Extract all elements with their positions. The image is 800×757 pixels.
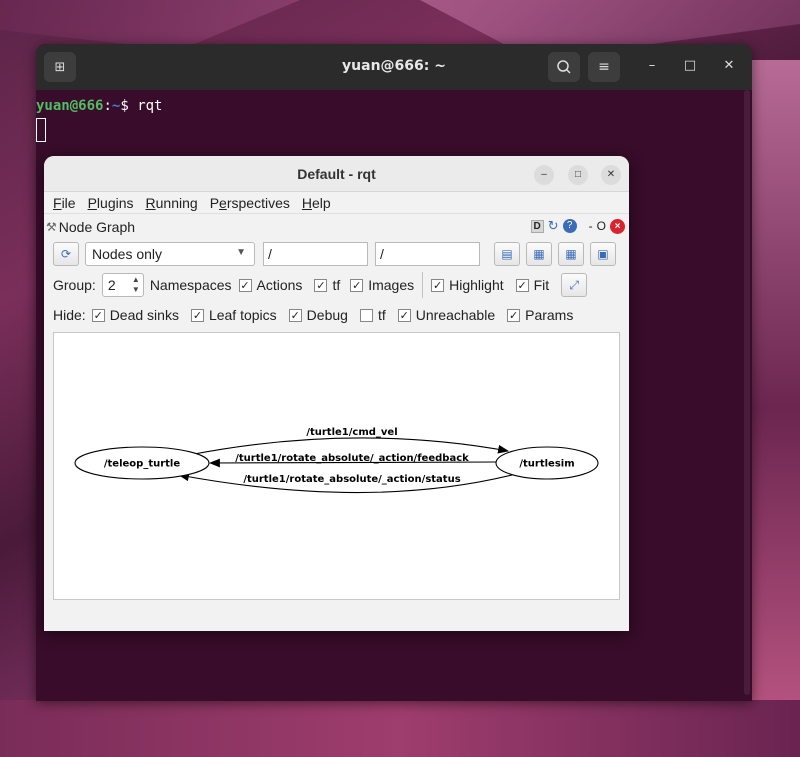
close-plugin-icon[interactable]: ×: [610, 218, 625, 234]
wallpaper-shape: [0, 0, 300, 50]
divider: [422, 272, 424, 298]
node-filter-input[interactable]: /: [263, 242, 368, 266]
close-icon[interactable]: ✕: [601, 165, 621, 185]
group-spinbox[interactable]: 2 ▲ ▼: [101, 273, 144, 297]
minimize-icon[interactable]: –: [643, 58, 661, 73]
minimize-plugin-button[interactable]: -: [589, 219, 593, 233]
dead-sinks-checkbox[interactable]: ✓: [91, 308, 105, 322]
float-plugin-button[interactable]: O: [597, 219, 606, 233]
terminal-cursor: [36, 118, 46, 142]
refresh-icon[interactable]: ⟳: [53, 242, 79, 266]
save-dot-icon[interactable]: ▦: [526, 242, 552, 266]
namespaces-checkbox[interactable]: ✓: [238, 278, 252, 292]
dead-sinks-label: Dead sinks: [109, 307, 179, 323]
nodes-combo[interactable]: Nodes only ▼: [85, 242, 255, 266]
prompt-line: yuan@666:~$ rqt: [36, 98, 752, 114]
chevron-down-icon: ▼: [236, 247, 246, 258]
fit-in-view-icon[interactable]: ⤢: [561, 273, 588, 297]
close-icon[interactable]: ✕: [720, 58, 738, 73]
maximize-icon[interactable]: □: [568, 165, 588, 185]
nodes-combo-value: Nodes only: [92, 246, 163, 262]
plugin-titlebar: ⚒ Node Graph D ↻ ? - O ×: [44, 214, 629, 240]
hide-row: Hide: ✓ Dead sinks ✓ Leaf topics ✓ Debug…: [53, 307, 573, 323]
group-row: Group: 2 ▲ ▼ Namespaces ✓ Actions ✓ tf ✓ …: [53, 272, 588, 298]
help-icon[interactable]: ?: [562, 219, 577, 233]
reload-icon[interactable]: ↻: [548, 218, 559, 234]
tf-group-checkbox[interactable]: ✓: [314, 278, 328, 292]
menu-file[interactable]: File: [53, 195, 76, 211]
load-dot-icon[interactable]: ▤: [494, 242, 520, 266]
tf-hide-checkbox[interactable]: [359, 308, 373, 322]
search-icon[interactable]: [548, 52, 580, 82]
command-text: rqt: [137, 98, 163, 114]
menu-plugins[interactable]: Plugins: [88, 195, 134, 211]
dock-d-button[interactable]: D: [530, 219, 544, 233]
menu-bar: File Plugins Running Perspectives Help: [44, 192, 629, 214]
terminal-header: ⊞ yuan@666: ~ ≡ – □ ✕: [36, 44, 752, 90]
fit-checkbox[interactable]: ✓: [515, 278, 529, 292]
hamburger-menu-icon[interactable]: ≡: [588, 52, 620, 82]
edge-label-status: /turtle1/rotate_absolute/_action/status: [243, 474, 460, 485]
node-graph: /teleop_turtle /turtlesim /turtle1/cmd_v…: [74, 427, 599, 494]
prompt-symbol: $: [120, 98, 129, 114]
tf-hide-label: tf: [377, 307, 386, 323]
unreachable-label: Unreachable: [415, 307, 496, 323]
debug-label: Debug: [306, 307, 348, 323]
rqt-window: Default - rqt – □ ✕ File Plugins Running…: [44, 156, 629, 631]
unreachable-checkbox[interactable]: ✓: [397, 308, 411, 322]
params-checkbox[interactable]: ✓: [507, 308, 521, 322]
group-label: Group:: [53, 277, 96, 293]
prompt-user: yuan@666: [36, 98, 104, 114]
highlight-label: Highlight: [449, 277, 504, 293]
namespaces-label: Namespaces: [149, 277, 232, 293]
tools-icon: ⚒: [46, 220, 57, 234]
topic-filter-input[interactable]: /: [375, 242, 480, 266]
save-image-icon[interactable]: ▣: [590, 242, 616, 266]
images-label: Images: [368, 277, 415, 293]
params-label: Params: [525, 307, 574, 323]
terminal-scrollbar[interactable]: [744, 90, 750, 695]
hide-label: Hide:: [53, 307, 86, 323]
menu-help[interactable]: Help: [302, 195, 331, 211]
prompt-sep: :: [103, 98, 112, 114]
leaf-topics-label: Leaf topics: [208, 307, 277, 323]
plugin-title: Node Graph: [58, 219, 136, 235]
actions-label: Actions: [256, 277, 303, 293]
graph-canvas[interactable]: /teleop_turtle /turtlesim /turtle1/cmd_v…: [53, 332, 620, 600]
rqt-title: Default - rqt: [297, 166, 376, 182]
menu-perspectives[interactable]: Perspectives: [210, 195, 290, 211]
highlight-checkbox[interactable]: ✓: [431, 278, 445, 292]
node-label-teleop: /teleop_turtle: [104, 459, 180, 470]
wallpaper-shape: [0, 700, 800, 757]
wallpaper-shape: [750, 60, 800, 757]
debug-checkbox[interactable]: ✓: [288, 308, 302, 322]
edge-label-feedback: /turtle1/rotate_absolute/_action/feedbac…: [235, 453, 469, 464]
leaf-topics-checkbox[interactable]: ✓: [190, 308, 204, 322]
images-checkbox[interactable]: ✓: [350, 278, 364, 292]
tf-group-label: tf: [332, 277, 341, 293]
maximize-icon[interactable]: □: [681, 58, 699, 73]
save-svg-icon[interactable]: ▦: [558, 242, 584, 266]
node-label-turtlesim: /turtlesim: [519, 459, 574, 470]
rqt-titlebar: Default - rqt – □ ✕: [44, 156, 629, 192]
menu-running[interactable]: Running: [146, 195, 198, 211]
toolbar-row: ⟳ Nodes only ▼ / / ▤ ▦ ▦ ▣: [53, 242, 616, 266]
fit-label: Fit: [533, 277, 550, 293]
minimize-icon[interactable]: –: [534, 165, 554, 185]
edge-label-cmd-vel: /turtle1/cmd_vel: [306, 427, 397, 438]
